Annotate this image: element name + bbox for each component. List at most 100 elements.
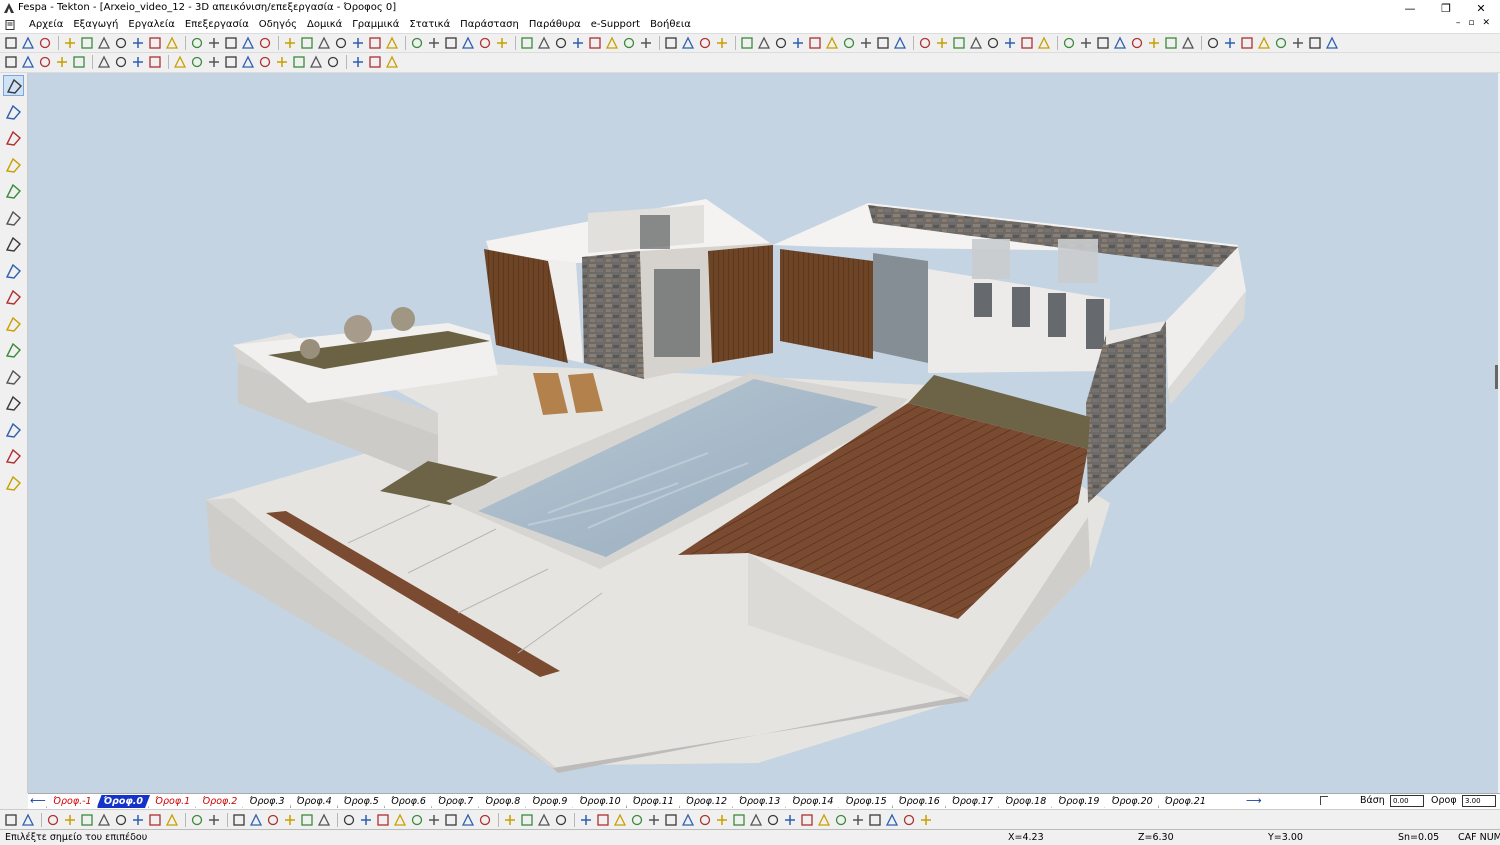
left-tool-icon-0[interactable]	[3, 75, 24, 96]
main-tool-icon-64[interactable]	[1164, 36, 1178, 50]
bottom-tool-icon-13[interactable]	[249, 813, 263, 827]
left-tool-icon-12[interactable]	[3, 393, 24, 414]
floor-tab-19[interactable]: Όροφ.18	[998, 795, 1053, 808]
view-tool-icon-15[interactable]	[275, 55, 289, 69]
main-tool-icon-40[interactable]	[740, 36, 754, 50]
view-tool-icon-2[interactable]	[38, 55, 52, 69]
main-tool-icon-30[interactable]	[554, 36, 568, 50]
view-tool-icon-4[interactable]	[72, 55, 86, 69]
main-tool-icon-61[interactable]	[1113, 36, 1127, 50]
view-tool-icon-21[interactable]	[385, 55, 399, 69]
view-tool-icon-9[interactable]	[173, 55, 187, 69]
main-tool-icon-26[interactable]	[478, 36, 492, 50]
main-tool-icon-60[interactable]	[1096, 36, 1110, 50]
view-tool-icon-1[interactable]	[21, 55, 35, 69]
left-tool-icon-5[interactable]	[3, 208, 24, 229]
mdi-restore-button[interactable]: ▫	[1468, 18, 1474, 28]
main-tool-icon-12[interactable]	[224, 36, 238, 50]
main-tool-icon-50[interactable]	[918, 36, 932, 50]
main-tool-icon-13[interactable]	[241, 36, 255, 50]
bottom-tool-icon-30[interactable]	[554, 813, 568, 827]
menu-item-2[interactable]: Εργαλεία	[123, 19, 179, 31]
main-tool-icon-42[interactable]	[774, 36, 788, 50]
floor-tab-15[interactable]: Όροφ.14	[785, 795, 840, 808]
main-tool-icon-71[interactable]	[1291, 36, 1305, 50]
main-tool-icon-17[interactable]	[317, 36, 331, 50]
bottom-tool-icon-5[interactable]	[97, 813, 111, 827]
main-tool-icon-39[interactable]	[715, 36, 729, 50]
floor-tab-17[interactable]: Όροφ.16	[892, 795, 947, 808]
main-tool-icon-57[interactable]	[1037, 36, 1051, 50]
main-tool-icon-11[interactable]	[207, 36, 221, 50]
main-tool-icon-55[interactable]	[1003, 36, 1017, 50]
base-level-input[interactable]: 0.00	[1390, 795, 1424, 807]
main-tool-icon-1[interactable]	[21, 36, 35, 50]
bottom-tool-icon-24[interactable]	[444, 813, 458, 827]
main-tool-icon-46[interactable]	[842, 36, 856, 50]
bottom-tool-icon-37[interactable]	[681, 813, 695, 827]
main-tool-icon-49[interactable]	[893, 36, 907, 50]
left-tool-icon-14[interactable]	[3, 446, 24, 467]
main-tool-icon-36[interactable]	[664, 36, 678, 50]
bottom-tool-icon-38[interactable]	[698, 813, 712, 827]
main-tool-icon-67[interactable]	[1223, 36, 1237, 50]
menu-item-0[interactable]: Αρχεία	[24, 19, 68, 31]
floor-height-input[interactable]: 3.00	[1462, 795, 1496, 807]
bottom-tool-icon-18[interactable]	[342, 813, 356, 827]
main-tool-icon-58[interactable]	[1062, 36, 1076, 50]
view-tool-icon-19[interactable]	[351, 55, 365, 69]
main-tool-icon-41[interactable]	[757, 36, 771, 50]
bottom-tool-icon-3[interactable]	[63, 813, 77, 827]
main-tool-icon-4[interactable]	[80, 36, 94, 50]
bottom-tool-icon-28[interactable]	[520, 813, 534, 827]
main-tool-icon-38[interactable]	[698, 36, 712, 50]
left-tool-icon-15[interactable]	[3, 473, 24, 494]
left-tool-icon-7[interactable]	[3, 261, 24, 282]
view-tool-icon-14[interactable]	[258, 55, 272, 69]
bottom-tool-icon-36[interactable]	[664, 813, 678, 827]
restore-button[interactable]: ❐	[1428, 0, 1464, 17]
view-tool-icon-8[interactable]	[148, 55, 162, 69]
bottom-tool-icon-39[interactable]	[715, 813, 729, 827]
floor-tab-1[interactable]: Όροφ.0	[97, 795, 150, 808]
view-tool-icon-7[interactable]	[131, 55, 145, 69]
bottom-tool-icon-22[interactable]	[410, 813, 424, 827]
floor-tab-21[interactable]: Όροφ.20	[1104, 795, 1159, 808]
floor-tab-18[interactable]: Όροφ.17	[945, 795, 1000, 808]
main-tool-icon-63[interactable]	[1147, 36, 1161, 50]
bottom-tool-icon-33[interactable]	[613, 813, 627, 827]
bottom-tool-icon-11[interactable]	[207, 813, 221, 827]
main-tool-icon-52[interactable]	[952, 36, 966, 50]
left-tool-icon-9[interactable]	[3, 314, 24, 335]
floor-tab-22[interactable]: Όροφ.21	[1158, 795, 1213, 808]
bottom-tool-icon-43[interactable]	[783, 813, 797, 827]
main-tool-icon-35[interactable]	[639, 36, 653, 50]
main-tool-icon-8[interactable]	[148, 36, 162, 50]
main-tool-icon-62[interactable]	[1130, 36, 1144, 50]
main-tool-icon-25[interactable]	[461, 36, 475, 50]
bottom-tool-icon-32[interactable]	[596, 813, 610, 827]
main-tool-icon-73[interactable]	[1325, 36, 1339, 50]
bottom-tool-icon-9[interactable]	[165, 813, 179, 827]
main-tool-icon-2[interactable]	[38, 36, 52, 50]
bottom-tool-icon-46[interactable]	[834, 813, 848, 827]
main-tool-icon-65[interactable]	[1181, 36, 1195, 50]
bottom-tool-icon-19[interactable]	[359, 813, 373, 827]
floor-tab-11[interactable]: Όροφ.10	[572, 795, 627, 808]
close-button[interactable]: ✕	[1463, 0, 1499, 17]
main-tool-icon-16[interactable]	[300, 36, 314, 50]
mdi-close-button[interactable]: ✕	[1482, 18, 1490, 28]
view-tool-icon-16[interactable]	[292, 55, 306, 69]
main-tool-icon-45[interactable]	[825, 36, 839, 50]
main-tool-icon-7[interactable]	[131, 36, 145, 50]
bottom-tool-icon-29[interactable]	[537, 813, 551, 827]
bottom-tool-icon-26[interactable]	[478, 813, 492, 827]
view-tool-icon-6[interactable]	[114, 55, 128, 69]
main-tool-icon-53[interactable]	[969, 36, 983, 50]
main-tool-icon-33[interactable]	[605, 36, 619, 50]
main-tool-icon-69[interactable]	[1257, 36, 1271, 50]
main-tool-icon-31[interactable]	[571, 36, 585, 50]
menu-item-6[interactable]: Γραμμικά	[347, 19, 404, 31]
floor-tab-13[interactable]: Όροφ.12	[679, 795, 734, 808]
main-tool-icon-0[interactable]	[4, 36, 18, 50]
